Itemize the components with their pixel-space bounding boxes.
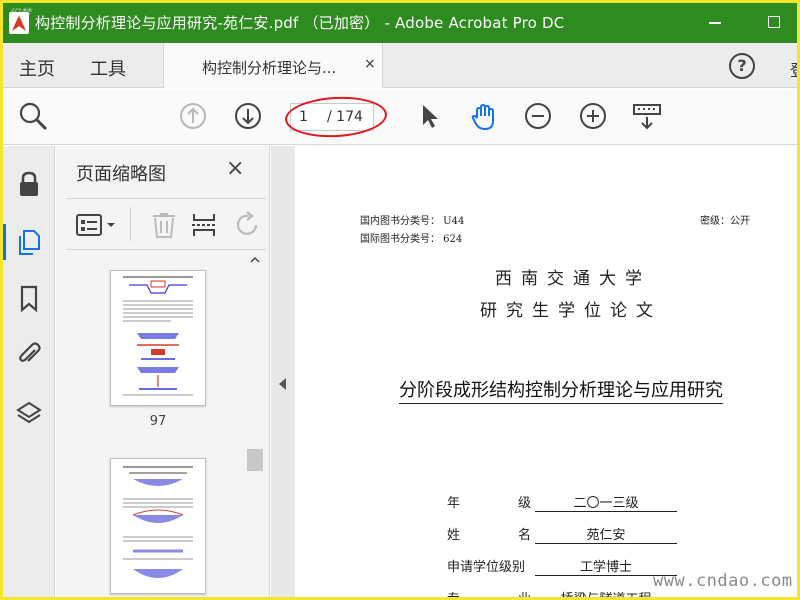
domestic-classification: 国内图书分类号： U44 xyxy=(360,216,465,227)
menu-tab-row: 主页 工具 构控制分析理论与... × ? 登 xyxy=(3,43,797,88)
field-label: 级 xyxy=(518,496,532,511)
field-label: 专 xyxy=(447,592,461,600)
field-value: 二〇一三级 xyxy=(535,492,677,512)
toolbar-divider xyxy=(130,207,131,241)
page-thumbnails-icon[interactable] xyxy=(15,228,43,256)
panel-collapse-strip[interactable] xyxy=(271,146,295,597)
thumbnails-scrollbar[interactable] xyxy=(245,254,265,597)
zoom-out-icon[interactable] xyxy=(523,101,553,131)
security-level: 密级：公开 xyxy=(700,216,750,227)
field-value: 苑仁安 xyxy=(535,524,677,544)
minimize-icon[interactable] xyxy=(709,22,721,24)
zoom-in-icon[interactable] xyxy=(578,101,608,131)
prev-page-icon[interactable] xyxy=(178,101,208,131)
collapse-arrow-icon[interactable] xyxy=(279,378,286,390)
field-label: 年 xyxy=(447,496,461,511)
thumbnails-list: 97 xyxy=(56,252,246,597)
left-nav-rail xyxy=(3,146,55,597)
thumbnail-page-number: 97 xyxy=(149,414,167,429)
watermark-top-left: 织梦 xyxy=(9,7,31,20)
field-label: 姓 xyxy=(447,528,461,543)
page-thumbnail[interactable] xyxy=(110,458,206,594)
tab-close-icon[interactable]: × xyxy=(364,56,376,72)
insert-page-icon[interactable] xyxy=(190,211,218,243)
search-zoom-icon[interactable] xyxy=(18,101,48,131)
panel-toolbar xyxy=(66,198,266,250)
menu-tools[interactable]: 工具 xyxy=(90,55,126,81)
thesis-type: 研究生学位论文 xyxy=(480,301,662,321)
university-name: 西南交通大学 xyxy=(495,269,651,289)
thesis-title: 分阶段成形结构控制分析理论与应用研究 xyxy=(399,376,723,404)
highlight-annotation xyxy=(284,94,388,140)
keyboard-scroll-icon[interactable] xyxy=(631,101,661,131)
select-arrow-icon[interactable] xyxy=(415,101,445,131)
document-tab[interactable]: 构控制分析理论与... × xyxy=(163,43,383,88)
watermark-bottom-right: www.cndao.com xyxy=(653,571,793,591)
delete-icon[interactable] xyxy=(150,211,178,243)
intl-classification: 国际图书分类号： 624 xyxy=(360,234,463,245)
title-bar: 织梦 构控制分析理论与应用研究-苑仁安.pdf （已加密） - Adobe Ac… xyxy=(3,3,797,43)
page-thumbnail[interactable] xyxy=(110,270,206,406)
app-window: 织梦 构控制分析理论与应用研究-苑仁安.pdf （已加密） - Adobe Ac… xyxy=(0,0,800,600)
rotate-icon[interactable] xyxy=(234,211,262,243)
maximize-icon[interactable] xyxy=(768,16,780,28)
thumbnail-options-icon[interactable] xyxy=(76,213,122,241)
sign-in-label[interactable]: 登 xyxy=(790,57,797,81)
panel-close-icon[interactable]: × xyxy=(226,156,244,181)
hand-tool-icon[interactable] xyxy=(468,101,498,131)
page-thumbnails-panel: 页面缩略图 × 97 xyxy=(56,146,270,597)
document-tab-label: 构控制分析理论与... xyxy=(202,59,337,77)
main-toolbar: 1 / 174 xyxy=(3,89,797,145)
panel-title: 页面缩略图 xyxy=(76,164,166,185)
field-label: 申请学位级别 xyxy=(447,560,526,575)
field-label: 业 xyxy=(518,592,532,600)
scrollbar-thumb[interactable] xyxy=(247,449,263,471)
document-page: 国内图书分类号： U44 国际图书分类号： 624 密级：公开 西南交通大学 研… xyxy=(295,146,797,600)
help-icon[interactable]: ? xyxy=(729,53,755,79)
menu-home[interactable]: 主页 xyxy=(19,55,55,81)
attachment-icon[interactable] xyxy=(15,340,43,368)
scroll-up-icon[interactable] xyxy=(249,254,261,266)
active-indicator xyxy=(3,224,6,260)
layers-icon[interactable] xyxy=(15,400,43,428)
next-page-icon[interactable] xyxy=(233,101,263,131)
bookmark-icon[interactable] xyxy=(15,284,43,313)
field-label: 名 xyxy=(518,528,532,543)
lock-icon[interactable] xyxy=(15,170,43,198)
window-title: 构控制分析理论与应用研究-苑仁安.pdf （已加密） - Adobe Acrob… xyxy=(35,14,565,32)
